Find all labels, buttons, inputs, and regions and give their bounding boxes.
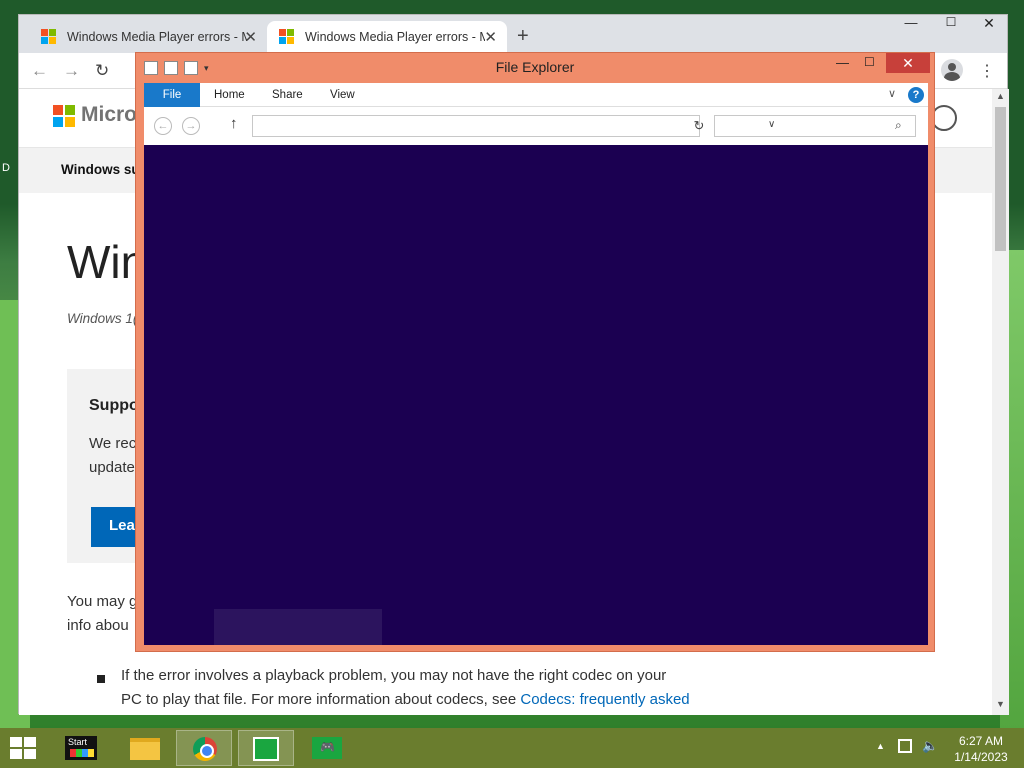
network-icon[interactable] [898,739,912,753]
tab-title: Windows Media Player errors - M [67,30,247,44]
tab-share[interactable]: Share [272,83,303,107]
up-button[interactable]: ↑ [230,115,238,132]
scroll-thumb[interactable] [995,107,1006,251]
taskbar-store[interactable] [238,730,294,766]
chrome-icon [193,737,217,761]
minimize-button[interactable]: — [899,15,923,33]
forward-button[interactable]: → [63,61,80,81]
reload-button[interactable]: ↻ [95,61,109,81]
taskbar: Start 🎮 ▲ 🔈 6:27 AM 1/14/2023 [0,728,1024,768]
codecs-faq-link[interactable]: Codecs: frequently asked [520,691,689,708]
minimize-button[interactable]: — [836,55,856,70]
microsoft-favicon-icon [279,29,295,45]
search-icon[interactable]: ⌕ [895,118,902,133]
close-button[interactable]: ✕ [969,15,1009,33]
tab-close-icon[interactable]: ✕ [484,28,497,46]
address-bar-row: ← → ↑ ∨ ↻ ⌕ [144,107,928,145]
window-title: File Explorer [495,59,575,75]
support-callout-text: We rec [89,435,137,452]
search-input[interactable]: ⌕ [714,115,916,137]
desktop-icon-label[interactable]: D [2,162,10,174]
support-callout-text: update [89,459,135,476]
profile-icon[interactable] [941,59,963,81]
show-hidden-icons[interactable]: ▲ [876,741,885,751]
close-button[interactable]: ✕ [886,53,930,73]
tab-file[interactable]: File [144,83,200,107]
file-list-pane[interactable] [144,145,928,645]
menu-icon[interactable]: ⋮ [979,61,995,81]
back-button[interactable]: ← [154,117,172,135]
folder-icon [130,738,160,760]
help-icon[interactable]: ? [908,87,924,103]
file-explorer-window: ▾ File Explorer — ☐ ✕ File Home Share Vi… [135,52,935,652]
tab-close-icon[interactable]: ✕ [244,28,257,46]
clock-date[interactable]: 1/14/2023 [950,750,1012,764]
paragraph-text: info abou [67,617,129,634]
ribbon-tabs: File Home Share View ∨ ? [144,83,928,107]
xbox-icon: 🎮 [312,737,342,759]
subnav-windows-support-link[interactable]: Windows su [61,162,140,177]
browser-tab-2[interactable]: Windows Media Player errors - M ✕ [267,21,507,53]
start-tile-label: Start [68,737,88,747]
bullet-text: If the error involves a playback problem… [121,667,667,684]
scroll-down-icon[interactable]: ▼ [996,699,1005,709]
paragraph-text: You may g [67,593,138,610]
maximize-button[interactable]: ☐ [939,15,963,33]
start-tile-icon: Start [65,736,97,760]
bullet-text-part: PC to play that file. For more informati… [121,691,521,708]
volume-icon[interactable]: 🔈 [922,738,938,754]
refresh-button[interactable]: ↻ [690,115,708,137]
bullet-text: PC to play that file. For more informati… [121,691,690,708]
browser-tab-1[interactable]: Windows Media Player errors - M ✕ [29,21,267,53]
tab-home[interactable]: Home [214,83,245,107]
taskbar-file-explorer[interactable] [118,730,174,766]
microsoft-logo-icon[interactable] [53,105,75,127]
microsoft-favicon-icon [41,29,57,45]
address-bar[interactable]: ∨ [252,115,775,137]
back-button[interactable]: ← [31,61,48,81]
support-callout-title: Suppo [89,397,139,414]
store-icon [253,737,279,761]
scroll-up-icon[interactable]: ▲ [996,91,1005,101]
page-scrollbar[interactable]: ▲ ▼ [992,89,1009,715]
ghost-overlay [214,609,382,645]
tab-view[interactable]: View [330,83,355,107]
taskbar-xbox[interactable]: 🎮 [298,730,354,766]
forward-button[interactable]: → [182,117,200,135]
maximize-button[interactable]: ☐ [864,55,884,69]
expand-ribbon-icon[interactable]: ∨ [888,87,896,100]
bullet-marker [97,675,105,683]
clock-time[interactable]: 6:27 AM [950,734,1012,748]
tab-title: Windows Media Player errors - M [305,30,485,44]
new-tab-button[interactable]: + [517,25,529,48]
start-button-icon[interactable] [10,737,38,761]
taskbar-start-app[interactable]: Start [60,730,116,766]
taskbar-chrome[interactable] [176,730,232,766]
applies-to-text: Windows 1( [67,311,138,326]
tab-strip: Windows Media Player errors - M ✕ Window… [19,15,1007,53]
